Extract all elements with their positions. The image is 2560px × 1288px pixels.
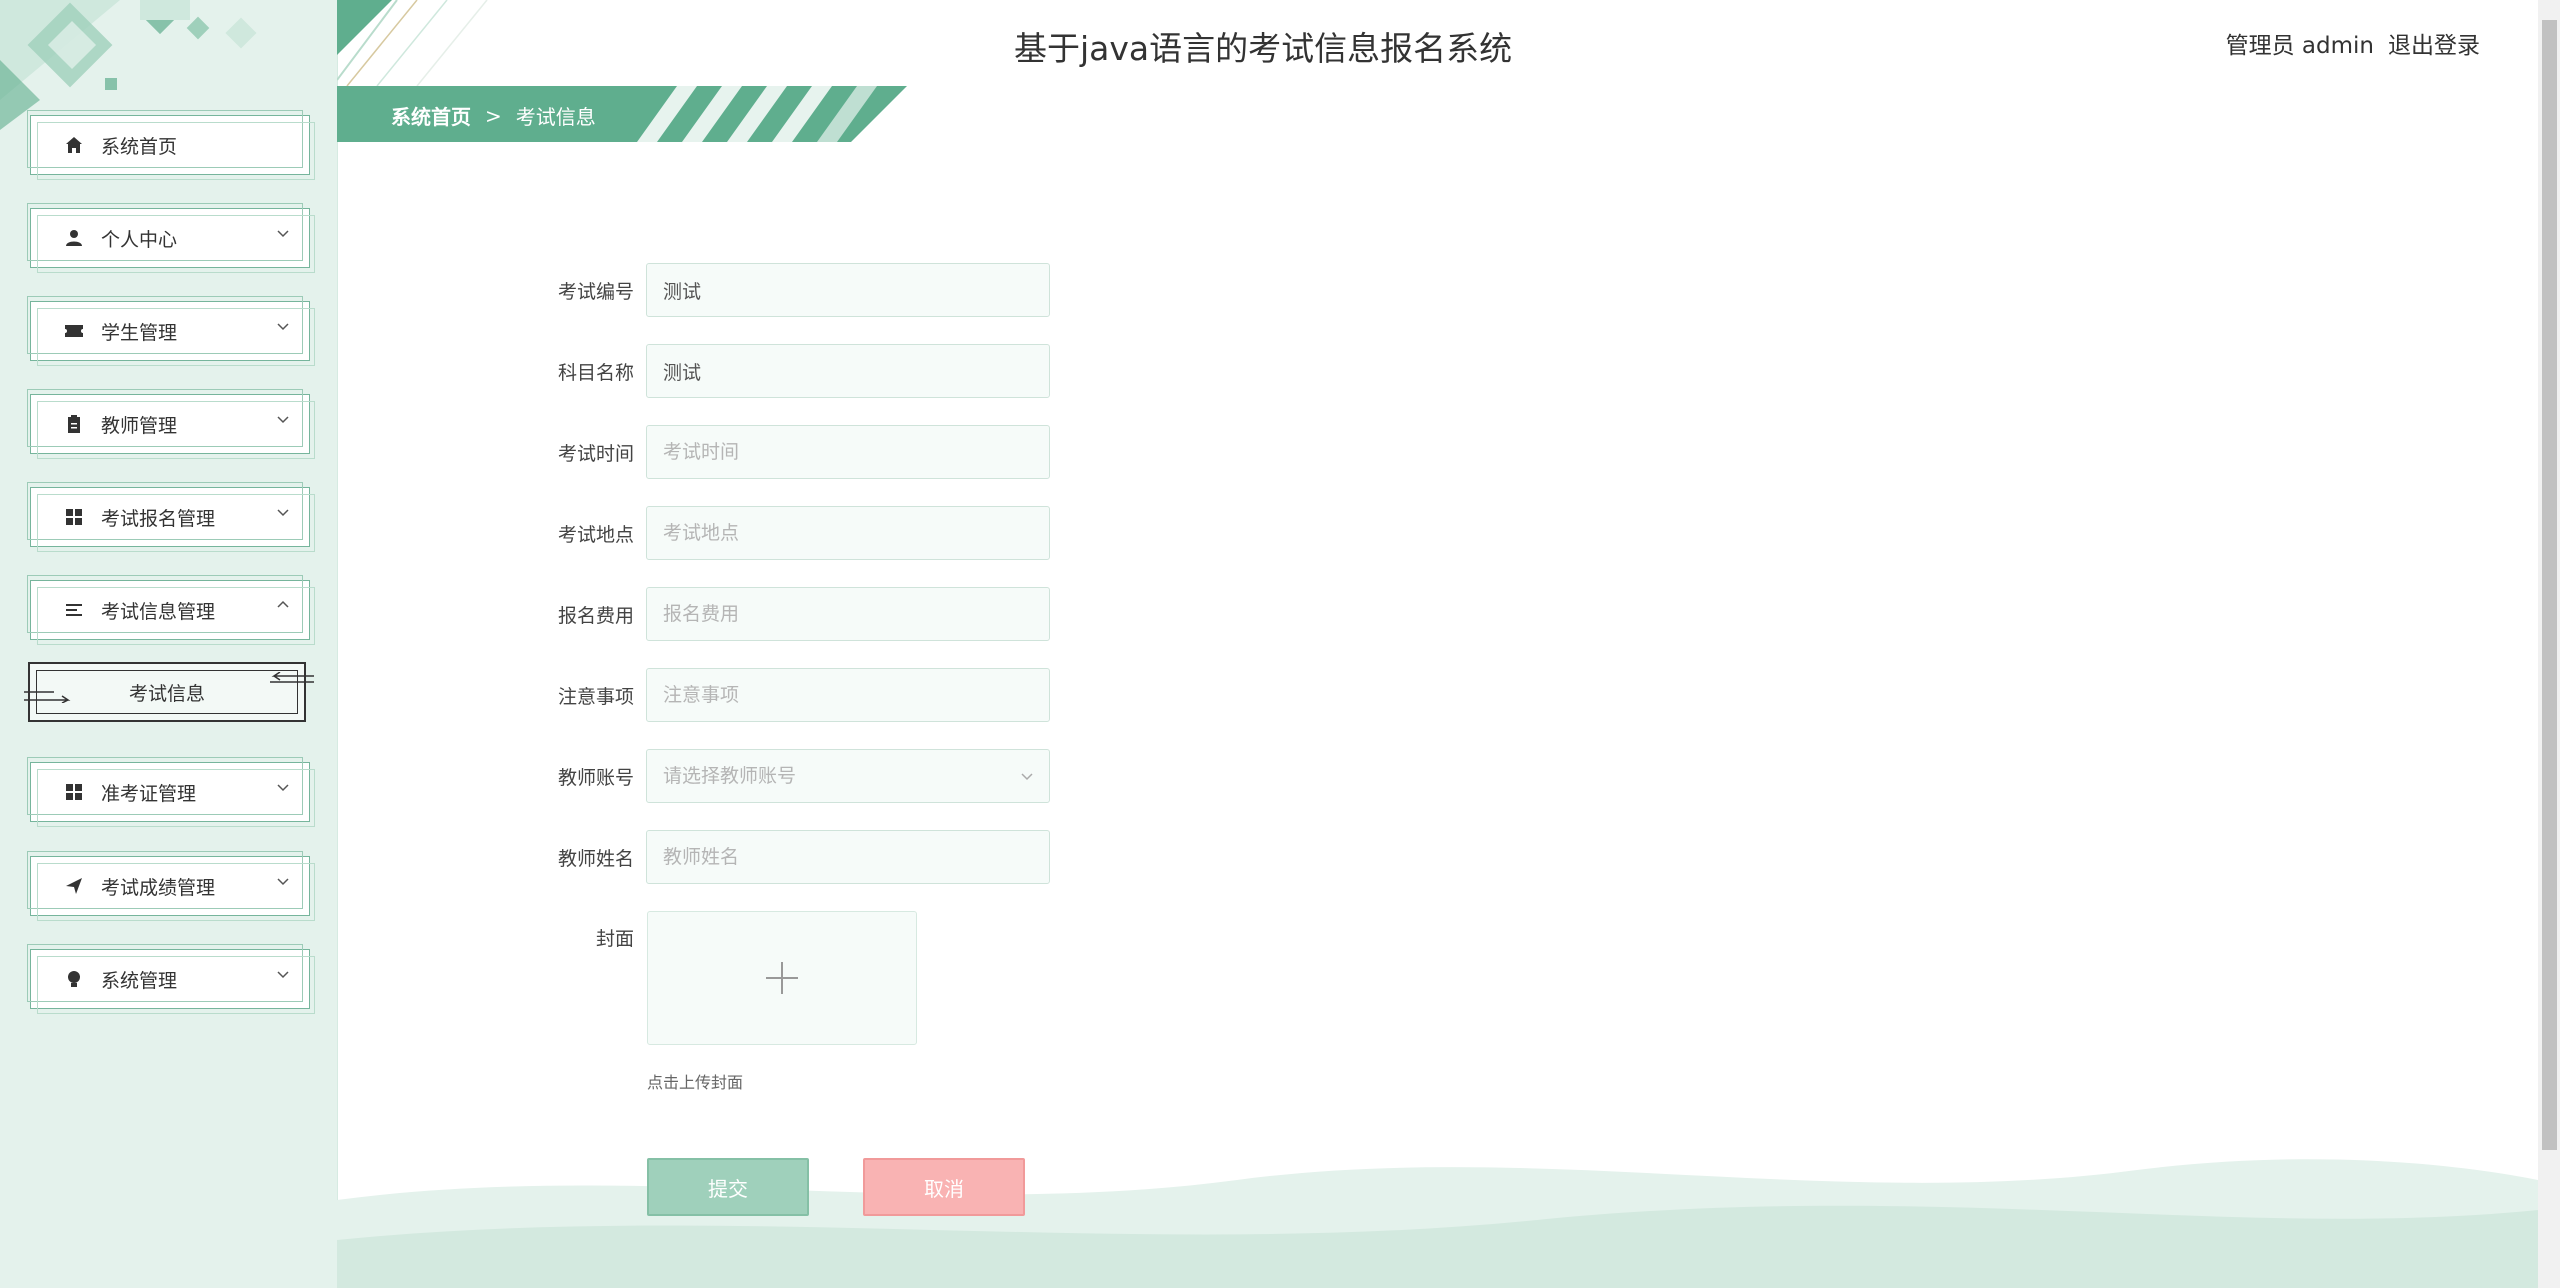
cover-label: 封面 [595,928,634,950]
chevron-down-icon [277,509,289,517]
exam-no-input[interactable] [646,263,1050,317]
chevron-down-icon [277,323,289,331]
chevron-down-icon [277,784,289,792]
sidebar-item-label: 学生管理 [101,321,178,344]
sidebar: 系统首页 个人中心 学生管理 教师管理 考试报名管理 考试信息管理 考试信息 准… [0,0,338,1288]
sidebar-subitem-label: 考试信息 [128,682,205,705]
sidebar-item-label: 准考证管理 [101,782,197,805]
teacher-name-label: 教师姓名 [557,847,634,870]
sidebar-item-label: 考试成绩管理 [101,876,216,899]
grid-icon [61,504,87,530]
form-row-notice: 注意事项 [540,668,1050,722]
arrow-right-icon [24,691,71,703]
form-row-teacher-account: 教师账号 [540,749,1050,803]
sidebar-item-profile[interactable]: 个人中心 [27,203,315,273]
exam-time-input[interactable] [646,425,1050,479]
chevron-up-icon [277,600,289,608]
notice-label: 注意事项 [557,685,634,708]
sidebar-item-label: 考试信息管理 [101,600,216,623]
sidebar-decoration [0,0,257,130]
clipboard-icon [61,411,87,437]
logout-link[interactable]: 退出登录 [2388,33,2480,59]
ticket-icon [61,318,87,344]
sidebar-item-exam-registration[interactable]: 考试报名管理 [27,482,315,552]
send-icon [61,873,87,899]
bulb-icon [61,966,87,992]
submit-button[interactable]: 提交 [647,1158,809,1216]
sidebar-item-home[interactable]: 系统首页 [27,110,315,180]
sidebar-item-teachers[interactable]: 教师管理 [27,389,315,459]
user-icon [61,225,87,251]
breadcrumb-current: 考试信息 [515,105,596,129]
fee-label: 报名费用 [557,604,634,627]
chevron-down-icon [277,416,289,424]
subject-input[interactable] [646,344,1050,398]
chevron-down-icon [277,230,289,238]
cover-upload-hint: 点击上传封面 [647,1073,744,1092]
sidebar-item-label: 系统管理 [101,969,178,992]
sidebar-item-label: 系统首页 [101,135,178,158]
user-label: 管理员 admin [2225,33,2374,59]
teacher-account-select-input[interactable] [646,749,1050,803]
sidebar-item-label: 个人中心 [101,228,178,251]
plus-icon [766,962,798,994]
grid-icon [61,779,87,805]
sidebar-subitem-exam-info[interactable]: 考试信息 [24,662,314,722]
list-icon [61,597,87,623]
breadcrumb: 系统首页 > 考试信息 [337,86,907,142]
scrollbar[interactable] [2538,0,2560,1288]
cover-upload[interactable] [647,911,917,1045]
header-decoration [337,0,488,86]
subject-label: 科目名称 [557,361,634,384]
sidebar-item-exam-scores[interactable]: 考试成绩管理 [27,851,315,921]
teacher-account-select[interactable] [646,749,1050,803]
teacher-name-input[interactable] [646,830,1050,884]
fee-input[interactable] [646,587,1050,641]
form-row-fee: 报名费用 [540,587,1050,641]
exam-time-label: 考试时间 [557,442,634,465]
home-icon [61,132,87,158]
notice-input[interactable] [646,668,1050,722]
teacher-account-label: 教师账号 [557,766,634,789]
user-area: 管理员 admin 退出登录 [2212,26,2480,60]
exam-place-label: 考试地点 [557,523,634,546]
chevron-down-icon [1021,773,1033,781]
sidebar-item-exam-info[interactable]: 考试信息管理 [27,575,315,645]
sidebar-item-admission-ticket[interactable]: 准考证管理 [27,757,315,827]
breadcrumb-home[interactable]: 系统首页 [391,101,471,130]
app-title: 基于java语言的考试信息报名系统 [1014,29,1513,68]
sidebar-item-students[interactable]: 学生管理 [27,296,315,366]
sidebar-item-label: 考试报名管理 [101,507,216,530]
scrollbar-thumb[interactable] [2542,20,2557,1150]
form-row-exam-no: 考试编号 [540,263,1050,317]
exam-no-label: 考试编号 [557,280,634,303]
breadcrumb-separator: > [485,103,502,128]
chevron-down-icon [277,971,289,979]
form-row-subject: 科目名称 [540,344,1050,398]
sidebar-item-label: 教师管理 [101,414,178,437]
sidebar-item-system[interactable]: 系统管理 [27,944,315,1014]
form-row-exam-time: 考试时间 [540,425,1050,479]
exam-place-input[interactable] [646,506,1050,560]
arrow-left-icon [270,672,314,683]
form-row-exam-place: 考试地点 [540,506,1050,560]
cancel-button[interactable]: 取消 [863,1158,1025,1216]
chevron-down-icon [277,878,289,886]
form-row-teacher-name: 教师姓名 [540,830,1050,884]
